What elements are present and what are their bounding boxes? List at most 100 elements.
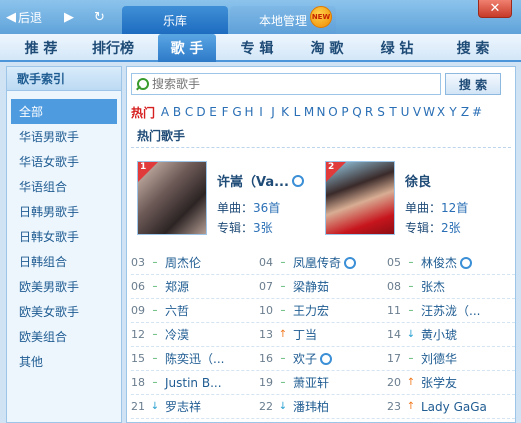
singer-photo[interactable]: 1 [137,161,207,235]
alpha-letter-r[interactable]: R [363,105,375,119]
singer-item[interactable]: 05– 林俊杰 [387,251,515,274]
alpha-letter-c[interactable]: C [183,105,195,119]
singer-name[interactable]: 六哲 [165,302,189,319]
singer-name[interactable]: 林俊杰 [421,254,457,271]
search-button[interactable]: 搜 索 [445,73,501,95]
albums-count[interactable]: 3张 [253,221,273,235]
alpha-letter-q[interactable]: Q [351,105,363,119]
singer-item[interactable]: 12– 冷漠 [131,323,259,346]
alpha-letter-u[interactable]: U [399,105,411,119]
alpha-letter-m[interactable]: M [303,105,315,119]
alpha-letter-g[interactable]: G [231,105,243,119]
singer-name[interactable]: 陈奕迅（... [165,350,224,367]
alpha-letter-v[interactable]: V [411,105,423,119]
singer-item[interactable]: 08– 张杰 [387,275,515,298]
featured-singer-name[interactable]: 徐良 [405,171,431,190]
singer-name[interactable]: 郑源 [165,278,189,295]
albums-count[interactable]: 2张 [441,221,461,235]
podcast-icon[interactable] [460,256,473,269]
singer-name[interactable]: 汪苏泷（... [421,302,480,319]
singer-item[interactable]: 20 ↑ 张学友 [387,371,515,394]
alpha-letter-hash[interactable]: # [471,105,483,119]
search-input[interactable] [152,77,432,91]
singer-item[interactable]: 09– 六哲 [131,299,259,322]
singer-name[interactable]: 梁静茹 [293,278,329,295]
alpha-letter-d[interactable]: D [195,105,207,119]
singer-item[interactable]: 04– 凤凰传奇 [259,251,387,274]
alpha-letter-w[interactable]: W [423,105,435,119]
sidebar-item-jpkr-male[interactable]: 日韩男歌手 [7,199,121,224]
singer-name[interactable]: 丁当 [293,326,317,343]
sidebar-item-all[interactable]: 全部 [11,99,117,124]
alpha-letter-y[interactable]: Y [447,105,459,119]
podcast-icon[interactable] [320,352,333,365]
alpha-letter-t[interactable]: T [387,105,399,119]
singer-item[interactable]: 03– 周杰伦 [131,251,259,274]
singer-item[interactable]: 21 ↓ 罗志祥 [131,395,259,418]
alpha-letter-e[interactable]: E [207,105,219,119]
tab-recommend[interactable]: 推 荐 [12,34,70,62]
podcast-icon[interactable] [291,175,304,187]
featured-singer[interactable]: 1 许嵩（Va... 单曲：36首 专辑：3张 [127,161,317,241]
alpha-letter-f[interactable]: F [219,105,231,119]
singer-name[interactable]: 周杰伦 [165,254,201,271]
alpha-letter-j[interactable]: J [267,105,279,119]
singer-item[interactable]: 06– 郑源 [131,275,259,298]
alpha-letter-b[interactable]: B [171,105,183,119]
tab-find-songs[interactable]: 淘 歌 [298,34,356,62]
tab-albums[interactable]: 专 辑 [228,34,286,62]
sidebar-item-chinese-male[interactable]: 华语男歌手 [7,124,121,149]
tab-singers[interactable]: 歌 手 [158,34,216,62]
featured-singer-name[interactable]: 许嵩（Va... [217,171,304,190]
sidebar-item-western-male[interactable]: 欧美男歌手 [7,274,121,299]
alpha-hot-link[interactable]: 热门 [131,104,155,121]
singer-name[interactable]: 欢子 [293,350,317,367]
sidebar-item-chinese-group[interactable]: 华语组合 [7,174,121,199]
sidebar-item-western-female[interactable]: 欧美女歌手 [7,299,121,324]
alpha-letter-i[interactable]: I [255,105,267,119]
singer-item[interactable]: 16– 欢子 [259,347,387,370]
tab-green-diamond[interactable]: 绿 钻 [368,34,426,62]
tab-search[interactable]: 搜 索 [444,34,502,62]
singer-name[interactable]: Lady GaGa [421,400,487,414]
singer-name[interactable]: 张学友 [421,374,457,391]
singer-name[interactable]: Justin B... [165,376,222,390]
alpha-letter-x[interactable]: X [435,105,447,119]
songs-count[interactable]: 36首 [253,201,280,215]
podcast-icon[interactable] [344,256,357,269]
singer-item[interactable]: 19– 萧亚轩 [259,371,387,394]
featured-singer[interactable]: 2 徐良 单曲：12首 专辑：2张 [315,161,505,241]
sidebar-item-chinese-female[interactable]: 华语女歌手 [7,149,121,174]
back-button[interactable]: ◀ 后退 [6,8,42,26]
singer-item[interactable]: 11– 汪苏泷（... [387,299,515,322]
refresh-button[interactable]: ↻ [94,8,107,26]
alpha-letter-a[interactable]: A [159,105,171,119]
tab-charts[interactable]: 排行榜 [84,34,142,62]
tab-library[interactable]: 乐库 [122,6,228,34]
singer-item[interactable]: 10– 王力宏 [259,299,387,322]
sidebar-item-western-group[interactable]: 欧美组合 [7,324,121,349]
singer-name[interactable]: 冷漠 [165,326,189,343]
alpha-letter-z[interactable]: Z [459,105,471,119]
singer-item[interactable]: 18– Justin B... [131,371,259,394]
singer-name[interactable]: 刘德华 [421,350,457,367]
alpha-letter-o[interactable]: O [327,105,339,119]
singer-item[interactable]: 15– 陈奕迅（... [131,347,259,370]
singer-item[interactable]: 22 ↓ 潘玮柏 [259,395,387,418]
singer-name[interactable]: 凤凰传奇 [293,254,341,271]
singer-item[interactable]: 13 ↑ 丁当 [259,323,387,346]
alpha-letter-s[interactable]: S [375,105,387,119]
singer-item[interactable]: 17– 刘德华 [387,347,515,370]
alpha-letter-l[interactable]: L [291,105,303,119]
alpha-letter-p[interactable]: P [339,105,351,119]
singer-name[interactable]: 张杰 [421,278,445,295]
alpha-letter-n[interactable]: N [315,105,327,119]
singer-item[interactable]: 14 ↓ 黄小琥 [387,323,515,346]
forward-button[interactable]: ▶ [64,8,76,26]
singer-name[interactable]: 潘玮柏 [293,398,329,415]
singer-name[interactable]: 黄小琥 [421,326,457,343]
songs-count[interactable]: 12首 [441,201,468,215]
singer-name[interactable]: 王力宏 [293,302,329,319]
singer-item[interactable]: 23 ↑ Lady GaGa [387,395,515,418]
singer-item[interactable]: 07– 梁静茹 [259,275,387,298]
